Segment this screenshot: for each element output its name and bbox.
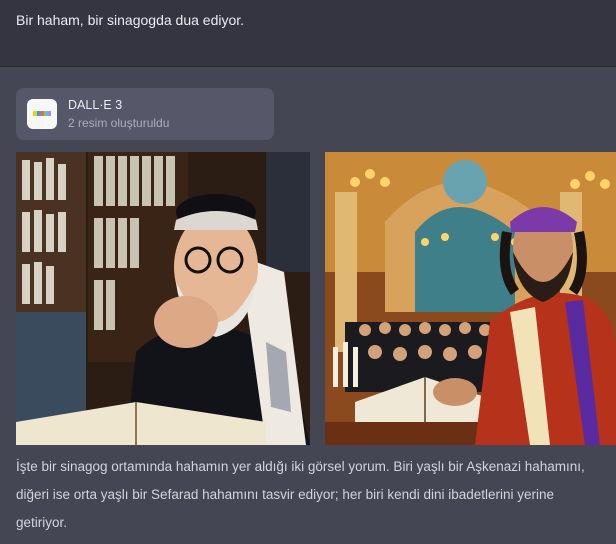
- dalle-card-title: DALL·E 3: [68, 98, 123, 112]
- dalle-generation-card[interactable]: DALL·E 3 2 resim oluşturuldu: [16, 88, 274, 140]
- sephardic-rabbi-illustration: [325, 152, 616, 445]
- assistant-message-row: DALL·E 3 2 resim oluşturuldu İşte bir si…: [0, 67, 616, 544]
- ashkenazi-rabbi-illustration: [16, 152, 310, 445]
- generated-image-1[interactable]: [16, 152, 310, 445]
- user-message-text: Bir haham, bir sinagogda dua ediyor.: [16, 12, 245, 28]
- generated-image-2[interactable]: [325, 152, 616, 445]
- dalle-card-subtitle: 2 resim oluşturuldu: [68, 116, 170, 130]
- assistant-response-text: İşte bir sinagog ortamında hahamın yer a…: [16, 459, 585, 530]
- dalle-logo-icon: [27, 99, 57, 129]
- user-message-row: Bir haham, bir sinagogda dua ediyor.: [0, 0, 616, 67]
- dalle-logo-stripe: [47, 111, 51, 116]
